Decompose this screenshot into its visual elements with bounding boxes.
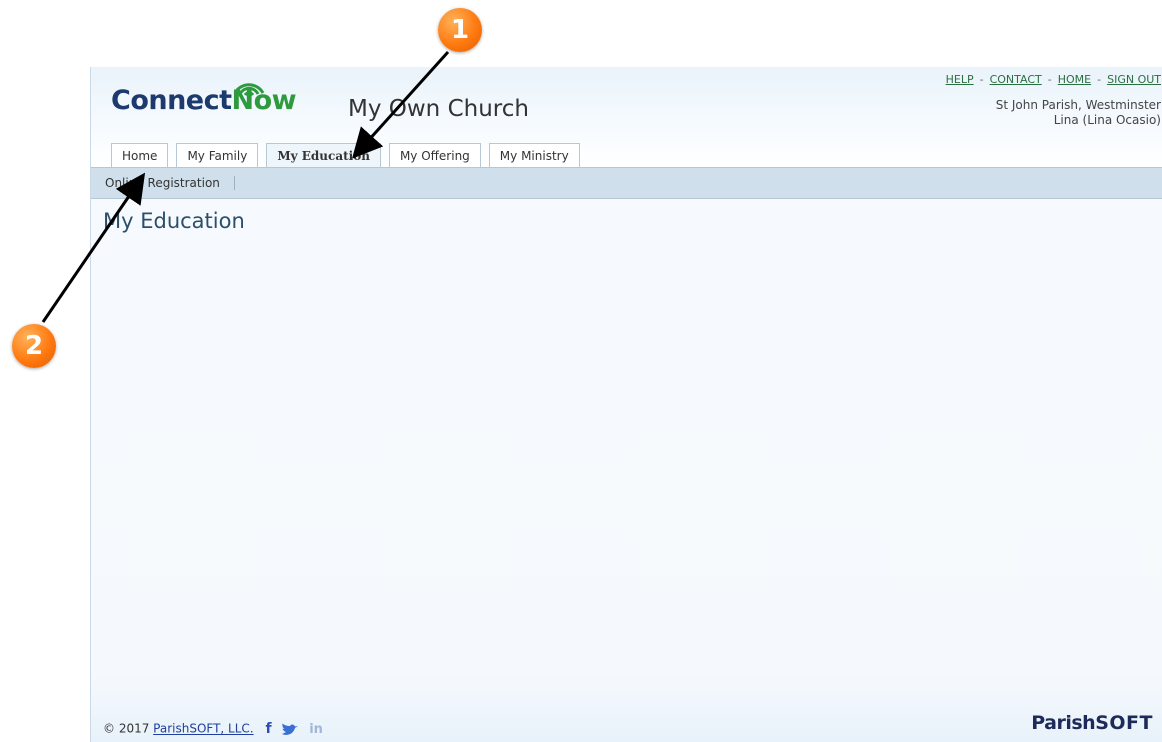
- top-links: HELP - CONTACT - HOME - SIGN OUT: [946, 73, 1161, 86]
- separator: -: [1047, 73, 1052, 86]
- subnav-divider: [234, 176, 235, 190]
- main-tabs: Home My Family My Education My Offering …: [111, 143, 580, 168]
- tab-my-ministry[interactable]: My Ministry: [488, 143, 580, 168]
- social-links: f in: [265, 721, 322, 737]
- brand-soft-text: SOFT: [1095, 712, 1153, 734]
- parish-name: St John Parish, Westminster: [995, 98, 1161, 112]
- help-link[interactable]: HELP: [946, 73, 974, 86]
- linkedin-icon[interactable]: in: [309, 722, 323, 737]
- user-name: Lina (Lina Ocasio): [1053, 113, 1161, 127]
- tab-my-family[interactable]: My Family: [176, 143, 259, 168]
- online-registration-link[interactable]: Online Registration: [105, 176, 220, 190]
- facebook-icon[interactable]: f: [265, 721, 271, 737]
- connectnow-logo[interactable]: ConnectNow: [111, 83, 297, 125]
- tab-my-offering[interactable]: My Offering: [388, 143, 481, 168]
- user-info: St John Parish, Westminster Lina (Lina O…: [996, 98, 1161, 128]
- page-title: My Education: [103, 209, 245, 233]
- contact-link[interactable]: CONTACT: [990, 73, 1042, 86]
- brand-parish-text: Parish: [1031, 712, 1096, 734]
- wifi-cross-icon: [233, 83, 265, 97]
- twitter-icon[interactable]: [281, 723, 299, 737]
- header: ConnectNow My Own Church HELP - CONTACT - HO…: [91, 67, 1162, 168]
- footer-copyright: © 2017 ParishSOFT, LLC. f in: [103, 721, 323, 737]
- sign-out-link[interactable]: SIGN OUT: [1107, 73, 1161, 86]
- separator: -: [979, 73, 984, 86]
- callout-badge-1: 1: [438, 8, 482, 52]
- callout-badge-2: 2: [12, 324, 56, 368]
- app-frame: ConnectNow My Own Church HELP - CONTACT - HO…: [90, 67, 1162, 742]
- separator: -: [1097, 73, 1102, 86]
- home-link[interactable]: HOME: [1058, 73, 1091, 86]
- tab-my-education[interactable]: My Education: [266, 143, 381, 168]
- sub-navigation: Online Registration: [91, 167, 1162, 199]
- parishsoft-link[interactable]: ParishSOFT, LLC.: [153, 722, 253, 736]
- copyright-text: © 2017: [103, 721, 154, 736]
- logo-connect-text: Connect: [111, 85, 232, 116]
- church-title: My Own Church: [348, 96, 529, 122]
- parishsoft-logo: ParishSOFT: [1031, 712, 1153, 734]
- tab-home[interactable]: Home: [111, 143, 169, 168]
